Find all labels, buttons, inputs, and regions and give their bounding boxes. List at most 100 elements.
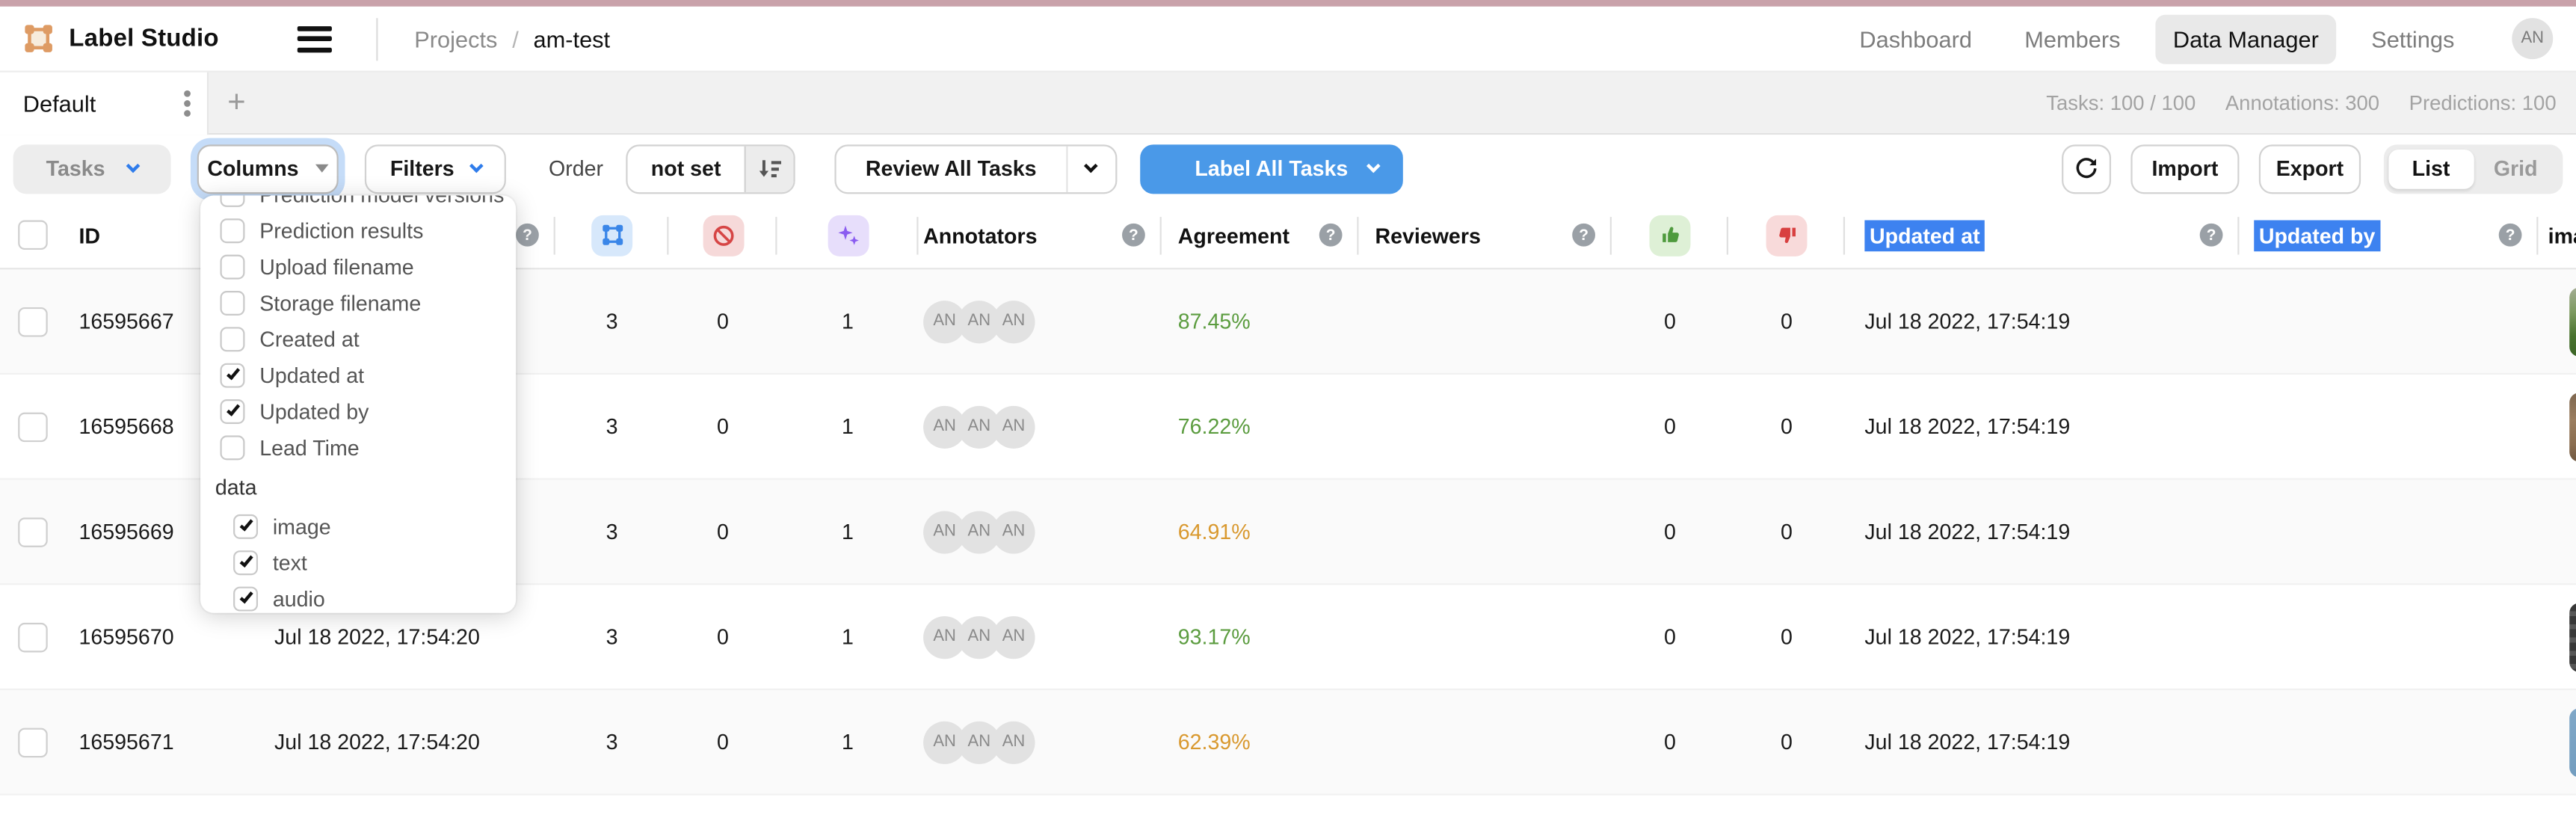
columns-dropdown-list: Prediction model versionsPrediction resu…: [200, 196, 516, 613]
view-grid-option[interactable]: Grid: [2474, 149, 2558, 188]
task-image-thumbnail[interactable]: [2569, 392, 2576, 461]
column-toggle-upload-filename[interactable]: Upload filename: [200, 248, 516, 284]
help-icon[interactable]: ?: [2200, 224, 2223, 247]
agreement-cell: 62.39%: [1162, 690, 1359, 793]
checkbox-checked-icon: [233, 550, 258, 574]
nav-members[interactable]: Members: [2006, 14, 2139, 64]
reviewers-cell: [1358, 480, 1611, 583]
column-toggle-prediction-results[interactable]: Prediction results: [200, 212, 516, 248]
filters-dropdown-button[interactable]: Filters: [365, 144, 506, 193]
breadcrumb: Projects / am-test: [414, 25, 610, 52]
reviews-rejected-count: 0: [1728, 690, 1845, 793]
predictions-count: 1: [777, 375, 919, 478]
header-agreement[interactable]: Agreement ?: [1162, 202, 1359, 268]
label-all-tasks-button[interactable]: Label All Tasks: [1140, 144, 1403, 193]
project-stats: Tasks: 100 / 100 Annotations: 300 Predic…: [2046, 73, 2576, 133]
export-button[interactable]: Export: [2259, 144, 2361, 193]
column-toggle-storage-filename[interactable]: Storage filename: [200, 284, 516, 320]
row-checkbox[interactable]: [18, 307, 48, 336]
checkbox-icon: [220, 254, 244, 279]
help-icon[interactable]: ?: [516, 224, 539, 247]
help-icon[interactable]: ?: [1572, 224, 1595, 247]
header-cancelled-count[interactable]: [668, 202, 777, 268]
annotator-avatar[interactable]: AN: [992, 510, 1035, 553]
breadcrumb-projects[interactable]: Projects: [414, 25, 497, 52]
column-toggle-text[interactable]: text: [200, 544, 516, 579]
columns-dropdown: Prediction model versionsPrediction resu…: [200, 196, 516, 613]
tasks-dropdown-button[interactable]: Tasks: [13, 144, 171, 193]
image-cell: [2538, 269, 2576, 372]
annotator-avatar[interactable]: AN: [992, 721, 1035, 763]
annotations-icon: [591, 215, 632, 256]
order-value-button[interactable]: not set: [626, 144, 795, 193]
dropdown-section-data: data: [200, 465, 516, 508]
annotators-cell: ANANAN: [919, 480, 1162, 583]
annotator-avatar[interactable]: AN: [992, 300, 1035, 342]
hamburger-menu-icon[interactable]: [298, 19, 337, 58]
add-tab-button[interactable]: +: [209, 73, 265, 133]
help-icon[interactable]: ?: [1122, 224, 1145, 247]
column-toggle-updated-at[interactable]: Updated at: [200, 357, 516, 393]
row-checkbox[interactable]: [18, 727, 48, 757]
row-checkbox-cell: [0, 269, 66, 372]
row-checkbox[interactable]: [18, 517, 48, 547]
plus-icon: +: [227, 84, 245, 120]
user-avatar[interactable]: AN: [2512, 18, 2553, 59]
annotations-count: 3: [555, 585, 669, 688]
label-studio-logo-icon: [23, 23, 55, 55]
nav-dashboard[interactable]: Dashboard: [1841, 14, 1990, 64]
column-toggle-lead-time[interactable]: Lead Time: [200, 429, 516, 465]
agreement-cell: 64.91%: [1162, 480, 1359, 583]
view-list-option[interactable]: List: [2388, 149, 2473, 188]
help-icon[interactable]: ?: [1319, 224, 1343, 247]
columns-dropdown-button[interactable]: Columns: [197, 144, 339, 193]
header-image-label: image: [2548, 223, 2576, 247]
review-tasks-menu-button[interactable]: [1066, 145, 1115, 191]
table-row[interactable]: 16595671Jul 18 2022, 17:54:20301ANANAN62…: [0, 690, 2576, 796]
nav-settings[interactable]: Settings: [2353, 14, 2473, 64]
chevron-down-icon: [126, 159, 141, 173]
header-annotations-count[interactable]: [555, 202, 669, 268]
header-annotators[interactable]: Annotators ?: [919, 202, 1162, 268]
task-image-thumbnail[interactable]: [2569, 707, 2576, 776]
row-checkbox[interactable]: [18, 412, 48, 442]
header-reviews-rejected[interactable]: [1728, 202, 1845, 268]
refresh-button[interactable]: [2062, 144, 2111, 193]
sort-direction-button[interactable]: [744, 145, 793, 191]
annotator-avatars: ANANAN: [923, 300, 1035, 342]
completed-at: Jul 18 2022, 17:54:20: [263, 690, 555, 793]
task-image-thumbnail[interactable]: [2569, 286, 2576, 355]
row-checkbox[interactable]: [18, 622, 48, 652]
column-toggle-created-at[interactable]: Created at: [200, 321, 516, 357]
review-all-tasks-button[interactable]: Review All Tasks: [834, 144, 1117, 193]
annotator-avatar[interactable]: AN: [992, 405, 1035, 448]
nav-data-manager[interactable]: Data Manager: [2155, 14, 2337, 64]
updated-at: Jul 18 2022, 17:54:19: [1845, 585, 2239, 688]
column-toggle-audio[interactable]: audio: [200, 580, 516, 613]
help-icon[interactable]: ?: [2499, 224, 2522, 247]
checkbox-checked-icon: [233, 514, 258, 538]
header-predictions-count[interactable]: [777, 202, 919, 268]
order-value: not set: [628, 156, 744, 181]
header-reviews-accepted[interactable]: [1612, 202, 1728, 268]
header-reviewers[interactable]: Reviewers ?: [1358, 202, 1611, 268]
select-all-checkbox[interactable]: [18, 220, 48, 250]
import-button[interactable]: Import: [2130, 144, 2239, 193]
annotator-avatar[interactable]: AN: [992, 615, 1035, 658]
import-label: Import: [2151, 156, 2218, 181]
checkbox-checked-icon: [220, 399, 244, 423]
header-updated-by[interactable]: Updated by ?: [2239, 202, 2538, 268]
annotator-avatars: ANANAN: [923, 721, 1035, 763]
checkbox-icon: [220, 218, 244, 242]
header-updated-at[interactable]: Updated at ?: [1845, 202, 2239, 268]
annotations-count: 3: [555, 480, 669, 583]
column-toggle-prediction-model-versions[interactable]: Prediction model versions: [200, 196, 516, 212]
header-image[interactable]: image: [2538, 202, 2576, 268]
reviewers-cell: [1358, 585, 1611, 688]
column-toggle-label: Lead Time: [259, 434, 359, 459]
tab-menu-dots-icon[interactable]: [184, 100, 191, 107]
column-toggle-image[interactable]: image: [200, 508, 516, 544]
column-toggle-updated-by[interactable]: Updated by: [200, 393, 516, 428]
task-image-thumbnail[interactable]: [2569, 602, 2576, 671]
tab-default[interactable]: Default: [0, 73, 209, 135]
